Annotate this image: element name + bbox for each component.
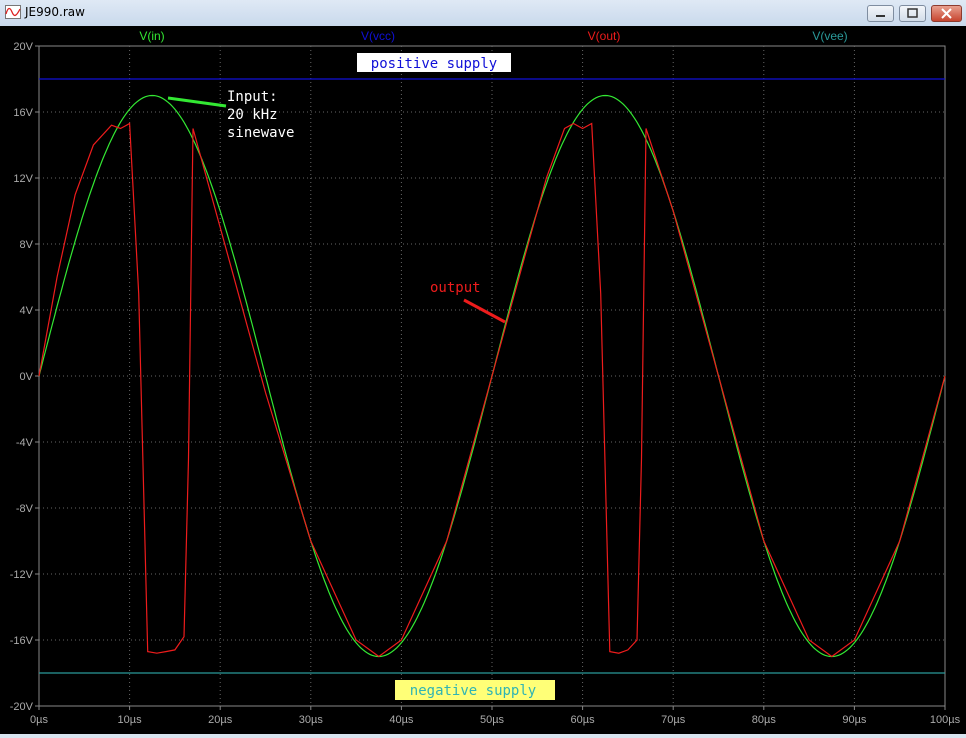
x-tick-label: 70µs — [661, 714, 686, 726]
y-tick-label: 0V — [20, 371, 34, 383]
x-tick-label: 60µs — [571, 714, 596, 726]
title-bar: JE990.raw — [0, 0, 966, 27]
y-tick-label: -8V — [16, 503, 34, 515]
x-tick-label: 30µs — [299, 714, 324, 726]
negative-supply-label: negative supply — [410, 683, 536, 699]
y-tick-label: 8V — [20, 239, 34, 251]
legend-vee: V(vee) — [812, 29, 847, 43]
x-tick-label: 90µs — [842, 714, 867, 726]
y-tick-label: -12V — [10, 569, 34, 581]
output-label: output — [430, 280, 481, 296]
series-lines — [38, 78, 946, 674]
x-tick-label: 80µs — [752, 714, 777, 726]
x-tick-label: 20µs — [208, 714, 233, 726]
y-tick-label: -4V — [16, 437, 34, 449]
close-button[interactable] — [931, 5, 962, 22]
output-pointer — [463, 298, 506, 324]
x-tick-label: 50µs — [480, 714, 505, 726]
y-tick-label: 4V — [20, 305, 34, 317]
maximize-button[interactable] — [899, 5, 926, 22]
waveform-chart[interactable]: 0µs 10µs 20µs 30µs 40µs 50µs 60µs 70µs 80µs 90µs 1… — [0, 26, 966, 734]
window-title: JE990.raw — [25, 5, 85, 19]
y-tick-label: 20V — [13, 41, 33, 53]
positive-supply-label: positive supply — [371, 56, 497, 72]
x-tick-label: 100µs — [930, 714, 961, 726]
legend-vcc: V(vcc) — [361, 29, 395, 43]
waveform-app-icon — [5, 5, 21, 19]
grid: 0µs 10µs 20µs 30µs 40µs 50µs 60µs 70µs 80µs 90µs 1… — [10, 41, 961, 726]
legend: V(in) V(vcc) V(out) V(vee) — [139, 29, 847, 43]
input-label-line3: sinewave — [227, 125, 294, 141]
y-tick-label: -20V — [10, 701, 34, 713]
x-tick-label: 40µs — [389, 714, 414, 726]
input-pointer — [167, 96, 227, 108]
input-label-line2: 20 kHz — [227, 107, 278, 123]
legend-vin: V(in) — [139, 29, 164, 43]
y-tick-label: 12V — [13, 173, 33, 185]
minimize-button[interactable] — [867, 5, 894, 22]
close-icon — [941, 8, 952, 19]
input-label-line1: Input: — [227, 89, 278, 105]
plot-panel[interactable]: 0µs 10µs 20µs 30µs 40µs 50µs 60µs 70µs 80µs 90µs 1… — [0, 26, 966, 734]
y-tick-label: -16V — [10, 635, 34, 647]
minimize-icon — [876, 15, 885, 17]
y-tick-label: 16V — [13, 107, 33, 119]
legend-vout: V(out) — [588, 29, 621, 43]
x-tick-label: 10µs — [118, 714, 143, 726]
x-tick-label: 0µs — [30, 714, 48, 726]
maximize-icon — [907, 8, 918, 18]
